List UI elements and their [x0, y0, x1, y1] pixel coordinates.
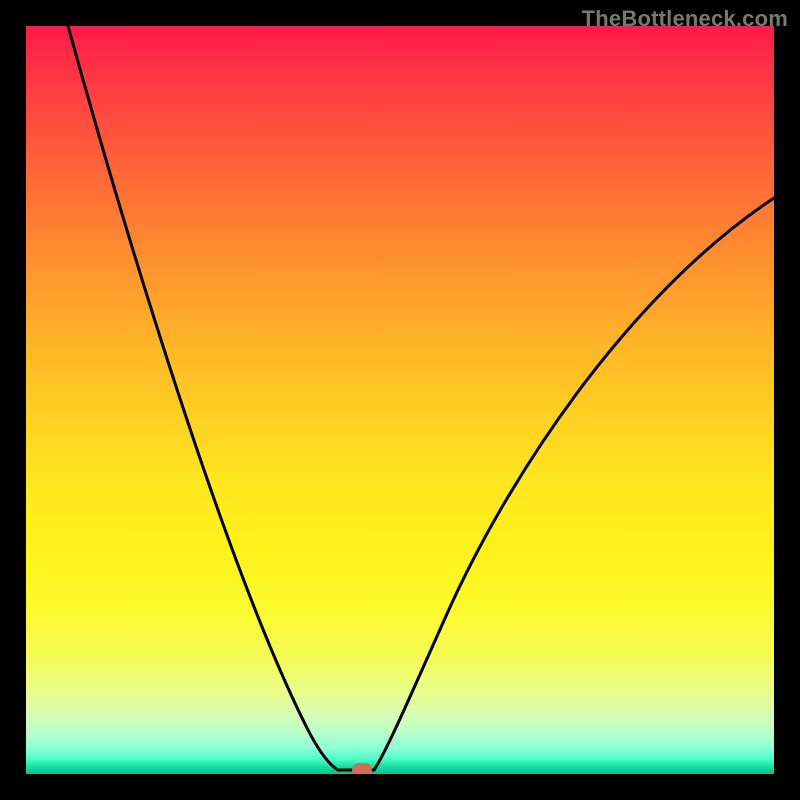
chart-frame: TheBottleneck.com — [0, 0, 800, 800]
curve-right — [374, 198, 774, 770]
plot-area — [26, 26, 774, 774]
minimum-marker — [352, 763, 372, 774]
watermark-text: TheBottleneck.com — [582, 6, 788, 32]
curve-left — [68, 26, 338, 770]
curve-layer — [26, 26, 774, 774]
